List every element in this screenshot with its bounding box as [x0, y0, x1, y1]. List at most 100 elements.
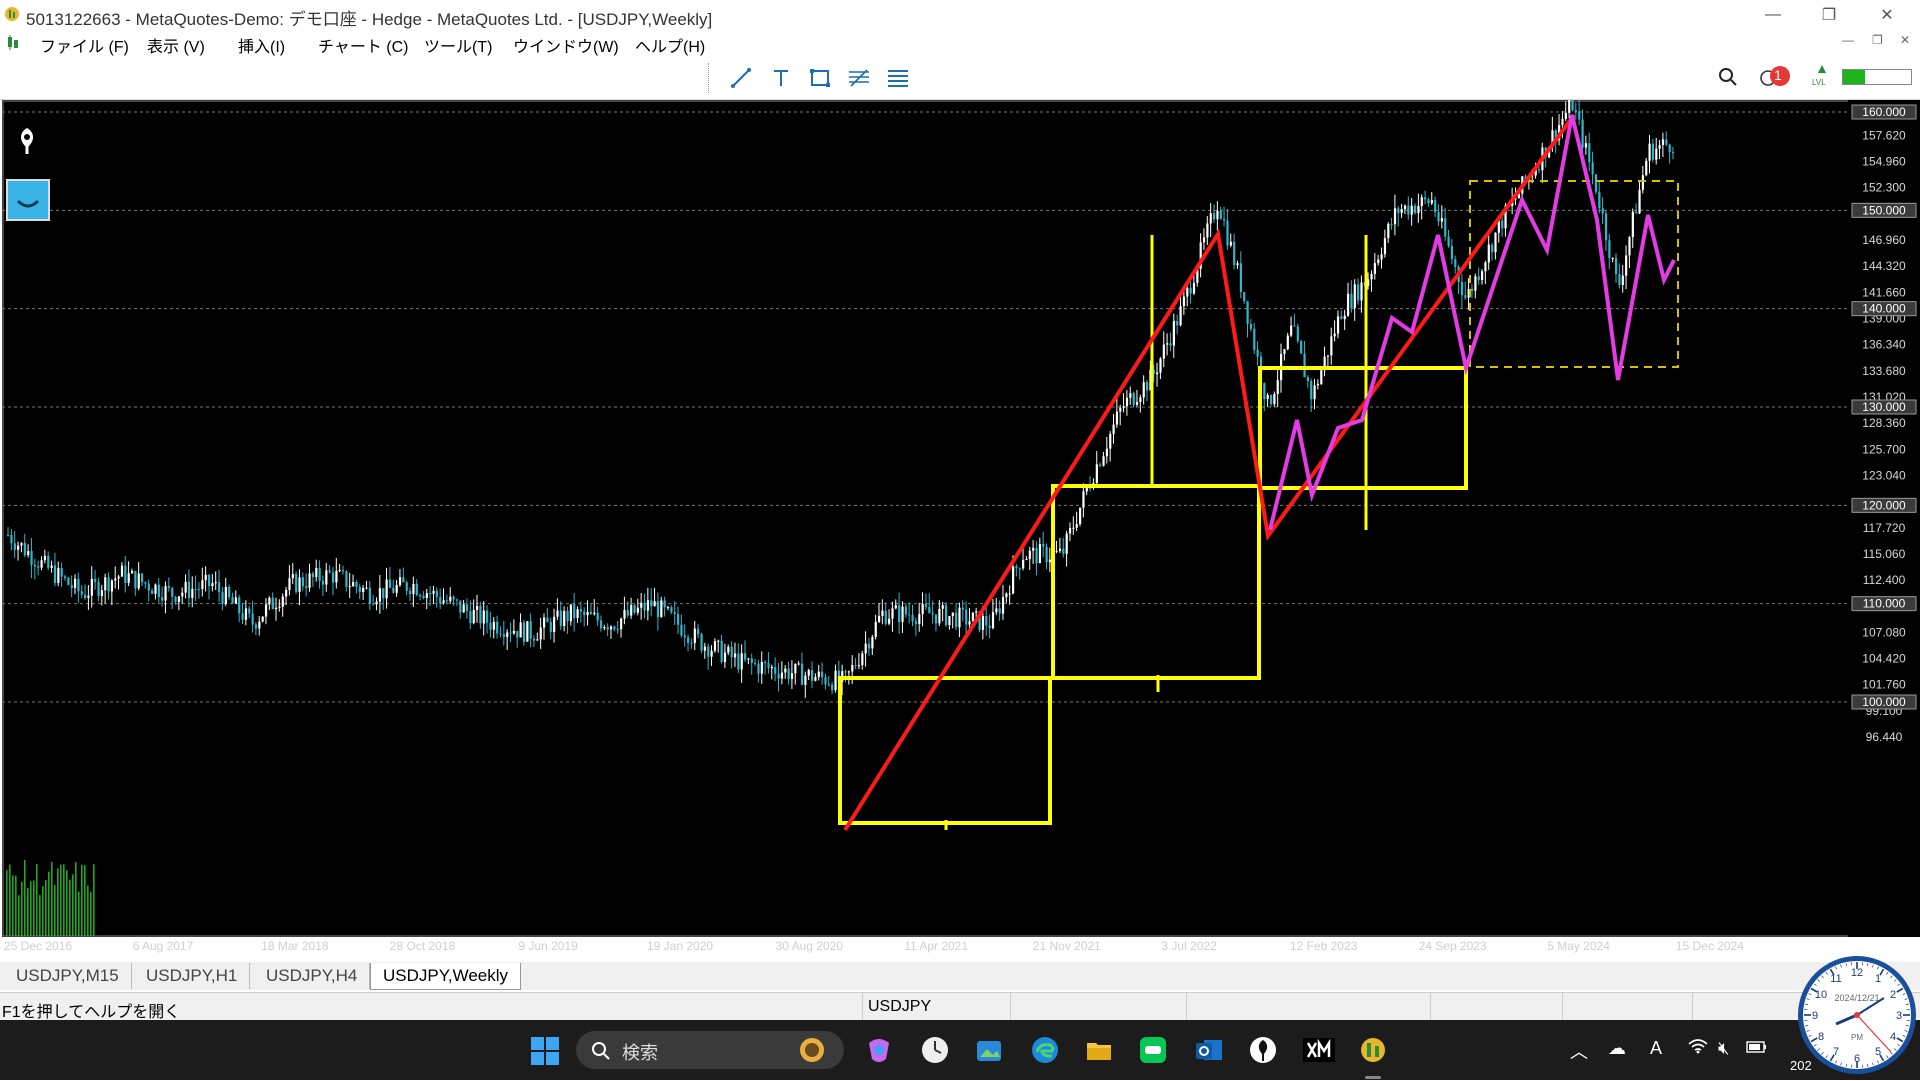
menu-view[interactable]: 表示 (V) — [147, 33, 205, 57]
candle-body — [664, 600, 666, 607]
mdi-restore-button[interactable]: ❐ — [1872, 33, 1883, 47]
taskbar-search[interactable]: 検索 — [576, 1031, 844, 1069]
close-button[interactable]: ✕ — [1862, 0, 1912, 29]
search-icon[interactable] — [1716, 65, 1740, 94]
candle-body — [644, 603, 646, 611]
wifi-icon[interactable] — [1688, 1038, 1708, 1059]
connection-status-bar[interactable] — [1842, 69, 1912, 85]
svg-text:4: 4 — [1890, 1031, 1896, 1043]
mdi-close-button[interactable]: ✕ — [1900, 33, 1910, 47]
signal-icon[interactable]: LVL — [1812, 63, 1832, 84]
trendline-icon[interactable] — [727, 65, 755, 91]
level-axis-label: 100.000 — [1862, 695, 1906, 709]
battery-icon[interactable] — [1746, 1038, 1768, 1059]
notifications-icon[interactable]: 1 — [1758, 65, 1794, 96]
candle-body — [416, 584, 418, 595]
dashed-box[interactable] — [1470, 181, 1678, 367]
menu-file[interactable]: ファイル (F) — [40, 33, 129, 57]
copilot-icon[interactable] — [862, 1033, 896, 1067]
channel-icon[interactable] — [884, 65, 912, 91]
candle-body — [948, 616, 950, 625]
candle-body — [298, 577, 300, 592]
chart-window-icon[interactable] — [6, 34, 24, 52]
candle-body — [573, 604, 575, 618]
xm-app-icon[interactable] — [1302, 1033, 1336, 1067]
clock-numeral-9: 9 — [1812, 1010, 1818, 1022]
yellow-box-3[interactable] — [1260, 368, 1466, 488]
candle-body — [77, 579, 79, 591]
yellow-box-1[interactable] — [840, 678, 1050, 823]
price-axis[interactable]: 157.620154.960152.300146.960144.320141.6… — [1848, 100, 1920, 937]
candle-body — [1397, 208, 1399, 213]
candle-body — [767, 663, 769, 668]
search-highlight-icon — [792, 1034, 832, 1066]
candle-body — [355, 582, 357, 587]
desktop-clock-widget[interactable]: 12 3 6 9 12 45 78 1011 2024/12/21 PM — [1796, 954, 1918, 1076]
price-chart[interactable]: 25 Dec 20166 Aug 201718 Mar 201828 Oct 2… — [2, 100, 1850, 960]
candle-body — [1116, 412, 1118, 425]
tradingview-pen-icon[interactable] — [1246, 1033, 1280, 1067]
file-explorer-icon[interactable] — [1082, 1033, 1116, 1067]
candle-body — [54, 565, 56, 582]
tray-chevron-icon[interactable]: ︿ — [1570, 1038, 1588, 1064]
menu-tools[interactable]: ツール(T) — [424, 33, 492, 57]
candle-body — [41, 560, 43, 568]
candle-body — [1370, 274, 1372, 279]
fibonacci-icon[interactable] — [845, 65, 873, 91]
candle-body — [543, 618, 545, 628]
taskbar: 検索 ︿ ☁ A 🔇︎ 202 — [0, 1020, 1920, 1080]
volume-bar — [93, 864, 95, 936]
edge-browser-icon[interactable] — [1028, 1033, 1062, 1067]
minimize-button[interactable]: — — [1748, 0, 1798, 29]
volume-bar — [45, 880, 47, 936]
menu-chart[interactable]: チャート (C) — [318, 33, 409, 57]
candle-body — [1451, 246, 1453, 259]
candle-body — [1062, 549, 1064, 554]
chart-area[interactable]: 25 Dec 20166 Aug 201718 Mar 201828 Oct 2… — [2, 100, 1850, 937]
windows-start-icon[interactable] — [530, 1036, 560, 1071]
candle-body — [449, 597, 451, 601]
candle-body — [1267, 395, 1269, 399]
candle-body — [1303, 354, 1305, 378]
one-click-trading-icon[interactable] — [6, 179, 50, 221]
pen-icon[interactable] — [10, 124, 44, 158]
tab-usdjpy-h4[interactable]: USDJPY,H4 — [254, 963, 370, 989]
mdi-minimize-button[interactable]: — — [1842, 33, 1854, 47]
candle-body — [27, 551, 29, 555]
menu-help[interactable]: ヘルプ(H) — [635, 33, 705, 57]
yellow-box-2[interactable] — [1053, 486, 1259, 678]
metatrader-taskbar-icon[interactable] — [1356, 1033, 1390, 1067]
connection-strength-fill — [1843, 70, 1865, 84]
candle-body — [617, 629, 619, 630]
clock-app-icon[interactable] — [918, 1033, 952, 1067]
outlook-icon[interactable] — [1192, 1033, 1226, 1067]
candle-body — [205, 575, 207, 580]
tab-usdjpy-m15[interactable]: USDJPY,M15 — [4, 963, 132, 989]
date-axis-label: 5 May 2024 — [1547, 939, 1610, 953]
onedrive-icon[interactable]: ☁ — [1608, 1038, 1626, 1059]
maximize-button[interactable]: ❐ — [1804, 0, 1854, 29]
line-app-icon[interactable] — [1136, 1033, 1170, 1067]
menu-window[interactable]: ウインドウ(W) — [513, 33, 619, 57]
candle-body — [533, 639, 535, 641]
candle-body — [285, 590, 287, 596]
magenta-zigzag[interactable] — [1270, 115, 1674, 530]
gallery-icon[interactable] — [972, 1033, 1006, 1067]
tab-usdjpy-h1[interactable]: USDJPY,H1 — [134, 963, 250, 989]
level-axis-label: 150.000 — [1862, 203, 1906, 217]
candle-body — [1012, 566, 1014, 593]
candle-body — [804, 676, 806, 685]
tab-usdjpy-weekly[interactable]: USDJPY,Weekly — [370, 963, 521, 990]
candle-body — [550, 622, 552, 632]
menu-insert[interactable]: 挿入(I) — [238, 33, 285, 57]
window-title: 5013122663 - MetaQuotes-Demo: デモ口座 - Hed… — [26, 5, 712, 30]
candle-body — [848, 671, 850, 672]
rectangle-icon[interactable] — [806, 65, 834, 91]
text-icon[interactable] — [767, 65, 795, 91]
price-axis-label: 107.080 — [1862, 625, 1906, 639]
status-divider — [1430, 993, 1431, 1021]
mute-icon[interactable]: 🔇︎ — [1718, 1038, 1729, 1059]
ime-icon[interactable]: A — [1650, 1038, 1662, 1059]
candle-body — [20, 543, 22, 545]
candle-body — [731, 647, 733, 658]
